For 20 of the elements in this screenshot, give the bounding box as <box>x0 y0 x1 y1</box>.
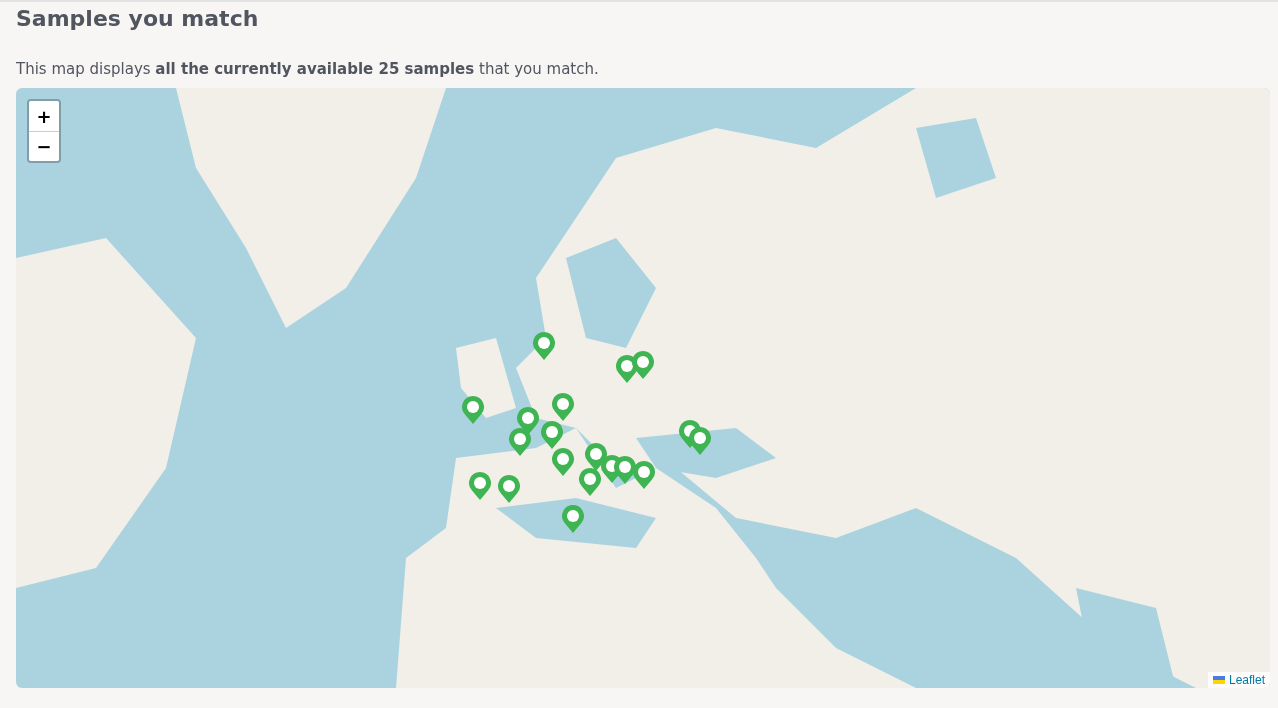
intro-text: This map displays all the currently available 25 samples that you match. <box>16 59 600 79</box>
map-marker-icon[interactable] <box>578 467 602 497</box>
map-marker-icon[interactable] <box>631 350 655 380</box>
map[interactable]: + − Leaflet <box>16 88 1270 688</box>
map-marker-icon[interactable] <box>497 474 521 504</box>
map-marker-icon[interactable] <box>551 392 575 422</box>
map-marker-icon[interactable] <box>551 447 575 477</box>
map-marker-icon[interactable] <box>508 427 532 457</box>
flag-icon <box>1212 676 1225 684</box>
map-marker-icon[interactable] <box>532 331 556 361</box>
zoom-out-button[interactable]: − <box>29 131 59 161</box>
zoom-in-button[interactable]: + <box>29 101 59 131</box>
page-heading: Samples you match <box>16 5 260 33</box>
map-marker-icon[interactable] <box>461 395 485 425</box>
map-marker-icon[interactable] <box>688 426 712 456</box>
map-marker-icon[interactable] <box>613 455 637 485</box>
map-marker-icon[interactable] <box>540 420 564 450</box>
map-marker-icon[interactable] <box>561 504 585 534</box>
map-marker-icon[interactable] <box>468 471 492 501</box>
map-marker-icon[interactable] <box>632 460 656 490</box>
